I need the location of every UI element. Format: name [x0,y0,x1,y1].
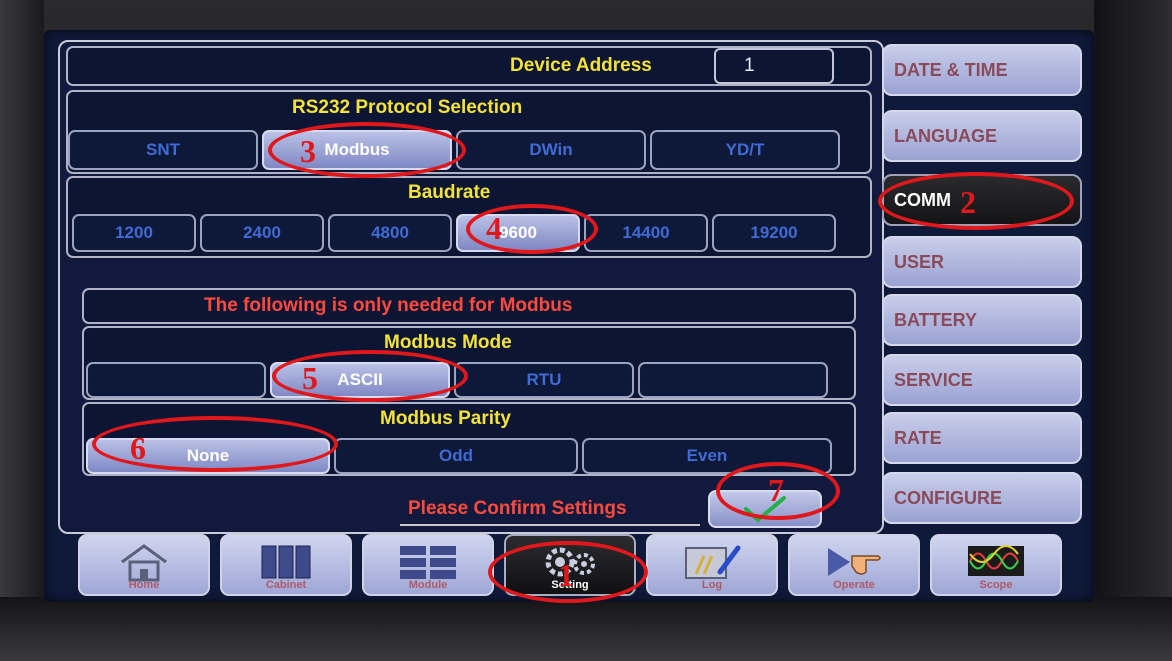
device-address-input[interactable]: 1 [714,48,834,84]
annotation-ellipse-2 [878,172,1074,230]
modbus-note-row: The following is only needed for Modbus [82,288,856,324]
annotation-number-4: 4 [486,210,502,246]
nav-operate-label: Operate [833,579,875,591]
annotation-number-5: 5 [302,360,318,396]
nav-operate[interactable]: Operate [788,534,920,596]
nav-scope[interactable]: Scope [930,534,1062,596]
baud-option-14400[interactable]: 14400 [584,214,708,252]
nav-cabinet-label: Cabinet [265,579,307,591]
annotation-number-6: 6 [130,430,146,466]
oscilloscope-icon [968,545,1024,576]
tab-date-time[interactable]: DATE & TIME [882,44,1082,96]
baud-option-2400[interactable]: 2400 [200,214,324,252]
nav-log[interactable]: Log [646,534,778,596]
nav-cabinet[interactable]: Cabinet [220,534,352,596]
protocol-option-ydt[interactable]: YD/T [650,130,840,170]
annotation-ellipse-6 [92,416,338,472]
tab-user[interactable]: USER [882,236,1082,288]
modbus-mode-option-empty-1[interactable] [86,362,266,398]
tab-configure[interactable]: CONFIGURE [882,472,1082,524]
bezel-left-edge [0,0,44,661]
tab-language[interactable]: LANGUAGE [882,110,1082,162]
home-icon [121,544,167,582]
nav-module-label: Module [408,579,448,591]
nav-home[interactable]: Home [78,534,210,596]
modbus-mode-option-rtu[interactable]: RTU [454,362,634,398]
protocol-title: RS232 Protocol Selection [292,97,523,118]
annotation-number-1: 1 [558,557,574,593]
annotation-number-3: 3 [300,133,316,169]
baud-option-4800[interactable]: 4800 [328,214,452,252]
module-icon [400,546,456,579]
parity-option-odd[interactable]: Odd [334,438,578,474]
touch-screen: Device Address 1 RS232 Protocol Selectio… [44,30,1094,602]
pointing-hand-icon [828,548,881,576]
baud-option-19200[interactable]: 19200 [712,214,836,252]
modbus-mode-option-empty-2[interactable] [638,362,828,398]
baudrate-title: Baudrate [408,182,491,203]
cabinet-icon [261,545,311,579]
tab-service[interactable]: SERVICE [882,354,1082,406]
tab-battery[interactable]: BATTERY [882,294,1082,346]
nav-scope-label: Scope [979,579,1013,591]
bezel-bottom-edge [0,597,1172,661]
annotation-ellipse-3 [268,122,466,178]
nav-log-label: Log [701,579,723,591]
nav-module[interactable]: Module [362,534,494,596]
protocol-option-dwin[interactable]: DWin [456,130,646,170]
nav-home-label: Home [128,579,160,591]
confirm-settings-label: Please Confirm Settings [408,498,627,519]
annotation-number-2: 2 [960,184,976,220]
tab-rate[interactable]: RATE [882,412,1082,464]
baud-option-1200[interactable]: 1200 [72,214,196,252]
annotation-number-7: 7 [768,472,784,508]
protocol-option-snt[interactable]: SNT [68,130,258,170]
device-address-label: Device Address [510,55,652,76]
modbus-parity-title: Modbus Parity [380,408,511,429]
device-address-row: Device Address 1 [66,46,872,86]
log-icon [685,545,741,579]
confirm-underline [400,524,700,526]
modbus-note: The following is only needed for Modbus [204,295,573,316]
bezel-right-edge [1094,0,1172,661]
